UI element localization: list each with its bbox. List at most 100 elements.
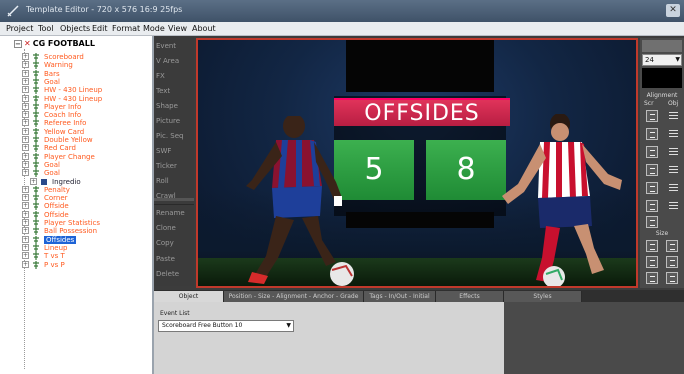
- toolbar-button-event[interactable]: Event: [154, 38, 194, 54]
- menu-mode[interactable]: Mode: [143, 24, 165, 33]
- preview-canvas[interactable]: OFFSIDES 5 8: [196, 38, 638, 288]
- close-icon[interactable]: ✕: [666, 4, 680, 17]
- menu-view[interactable]: View: [168, 24, 187, 33]
- size-height-icon[interactable]: [666, 240, 678, 252]
- font-size-value: 24: [645, 56, 654, 64]
- toolbar-button-swf[interactable]: SWF: [154, 143, 194, 159]
- toolbar-button-crawl[interactable]: Crawl: [154, 188, 194, 204]
- tree-item-label: P vs P: [44, 260, 65, 269]
- size-max-icon[interactable]: [666, 272, 678, 284]
- expand-icon[interactable]: +: [22, 152, 29, 160]
- tab-styles[interactable]: Styles: [504, 291, 582, 302]
- toolbar-button-rename[interactable]: Rename: [154, 204, 194, 220]
- tab-tags[interactable]: Tags - In/Out - Initial: [364, 291, 436, 302]
- expand-icon[interactable]: +: [22, 144, 29, 152]
- tree-root[interactable]: − ✕ CG FOOTBALL: [14, 39, 95, 48]
- align-obj-left-icon[interactable]: [668, 110, 680, 122]
- toolbar-button-fx[interactable]: FX: [154, 68, 194, 84]
- font-size-select[interactable]: 24 ▼: [642, 54, 682, 66]
- toolbar-button-clone[interactable]: Clone: [154, 220, 194, 236]
- expand-icon[interactable]: +: [22, 136, 29, 143]
- top-black-panel: [346, 40, 494, 92]
- distribute-icon[interactable]: [646, 216, 658, 228]
- template-node-icon: [33, 260, 39, 269]
- size-both-icon[interactable]: [646, 256, 658, 268]
- template-editor-window: Template Editor - 720 x 576 16:9 25fps ✕…: [0, 0, 684, 374]
- align-scr-center-icon[interactable]: [646, 182, 658, 194]
- align-obj-middle-icon[interactable]: [668, 182, 680, 194]
- toolbar-button-shape[interactable]: Shape: [154, 98, 194, 114]
- toolbar-button-text[interactable]: Text: [154, 83, 194, 99]
- right-player-image: [502, 114, 622, 286]
- expand-icon[interactable]: +: [22, 77, 29, 85]
- align-obj-right-icon[interactable]: [668, 146, 680, 158]
- align-obj-label: Obj: [668, 100, 679, 107]
- object-pane: Event List Scoreboard Free Button 10 ▼: [154, 302, 504, 374]
- offsides-banner[interactable]: OFFSIDES: [334, 98, 510, 126]
- expand-icon[interactable]: +: [22, 227, 29, 235]
- toolbar-button-copy[interactable]: Copy: [154, 235, 194, 251]
- menu-format[interactable]: Format: [112, 24, 140, 33]
- align-scr-bottom-icon[interactable]: [646, 146, 658, 158]
- expand-icon[interactable]: +: [22, 86, 29, 94]
- color-swatch[interactable]: [642, 68, 682, 88]
- tab-position[interactable]: Position - Size - Alignment - Anchor - G…: [224, 291, 364, 302]
- menu-bar: Project Tool Objects Edit Format Mode Vi…: [0, 22, 684, 36]
- expand-icon[interactable]: +: [22, 243, 29, 251]
- align-obj-center-icon[interactable]: [668, 128, 680, 140]
- toolbar-button-roll[interactable]: Roll: [154, 173, 194, 189]
- expand-icon[interactable]: +: [22, 102, 29, 110]
- tree-root-label: CG FOOTBALL: [32, 39, 95, 48]
- align-scr-middle-icon[interactable]: [646, 128, 658, 140]
- toolbar-button-picture[interactable]: Picture: [154, 113, 194, 129]
- align-scr-top-icon[interactable]: [646, 110, 658, 122]
- expand-icon[interactable]: +: [22, 235, 29, 243]
- align-obj-top-icon[interactable]: [668, 164, 680, 176]
- bottom-properties: Object Position - Size - Alignment - Anc…: [154, 290, 684, 374]
- menu-project[interactable]: Project: [6, 24, 33, 33]
- align-obj-bottom-icon[interactable]: [668, 200, 680, 212]
- expand-icon[interactable]: +: [22, 160, 29, 168]
- expand-icon[interactable]: +: [22, 169, 29, 177]
- expand-icon[interactable]: +: [22, 202, 29, 210]
- tab-effects[interactable]: Effects: [436, 291, 504, 302]
- menu-tool[interactable]: Tool: [38, 24, 54, 33]
- tree-item[interactable]: + P vs P: [22, 260, 150, 270]
- expand-icon[interactable]: +: [22, 53, 29, 60]
- dropdown-caret-icon: ▼: [675, 56, 680, 63]
- expand-icon[interactable]: +: [22, 69, 29, 77]
- collapse-icon[interactable]: −: [14, 39, 22, 48]
- toolbar-button-pic-seq[interactable]: Pic. Seq: [154, 128, 194, 144]
- toolbar-divider: [154, 198, 194, 201]
- expand-icon[interactable]: +: [30, 177, 37, 185]
- expand-icon[interactable]: +: [22, 185, 29, 193]
- expand-icon[interactable]: +: [22, 119, 29, 127]
- expand-icon[interactable]: +: [22, 61, 29, 69]
- expand-icon[interactable]: +: [22, 111, 29, 119]
- align-scr-right-icon[interactable]: [646, 200, 658, 212]
- panel-tab-header: [642, 40, 682, 52]
- toolbar-button-v-area[interactable]: V Area: [154, 53, 194, 69]
- event-list-label: Event List: [160, 310, 190, 317]
- size-min-icon[interactable]: [646, 272, 658, 284]
- expand-icon[interactable]: +: [22, 210, 29, 218]
- size-width-icon[interactable]: [646, 240, 658, 252]
- expand-icon[interactable]: +: [22, 194, 29, 202]
- expand-icon[interactable]: +: [22, 252, 29, 260]
- align-scr-left-icon[interactable]: [646, 164, 658, 176]
- toolbar-button-delete[interactable]: Delete: [154, 266, 194, 282]
- event-list-select[interactable]: Scoreboard Free Button 10 ▼: [158, 320, 294, 332]
- menu-edit[interactable]: Edit: [92, 24, 108, 33]
- expand-icon[interactable]: +: [22, 127, 29, 135]
- property-tabs: Object Position - Size - Alignment - Anc…: [154, 290, 684, 302]
- toolbar-button-paste[interactable]: Paste: [154, 251, 194, 267]
- tab-object[interactable]: Object: [154, 291, 224, 302]
- expand-icon[interactable]: +: [22, 219, 29, 226]
- menu-objects[interactable]: Objects: [60, 24, 90, 33]
- size-fit-icon[interactable]: [666, 256, 678, 268]
- expand-icon[interactable]: +: [22, 260, 29, 268]
- expand-icon[interactable]: +: [22, 94, 29, 102]
- size-header: Size: [655, 230, 669, 237]
- menu-about[interactable]: About: [192, 24, 216, 33]
- toolbar-button-ticker[interactable]: Ticker: [154, 158, 194, 174]
